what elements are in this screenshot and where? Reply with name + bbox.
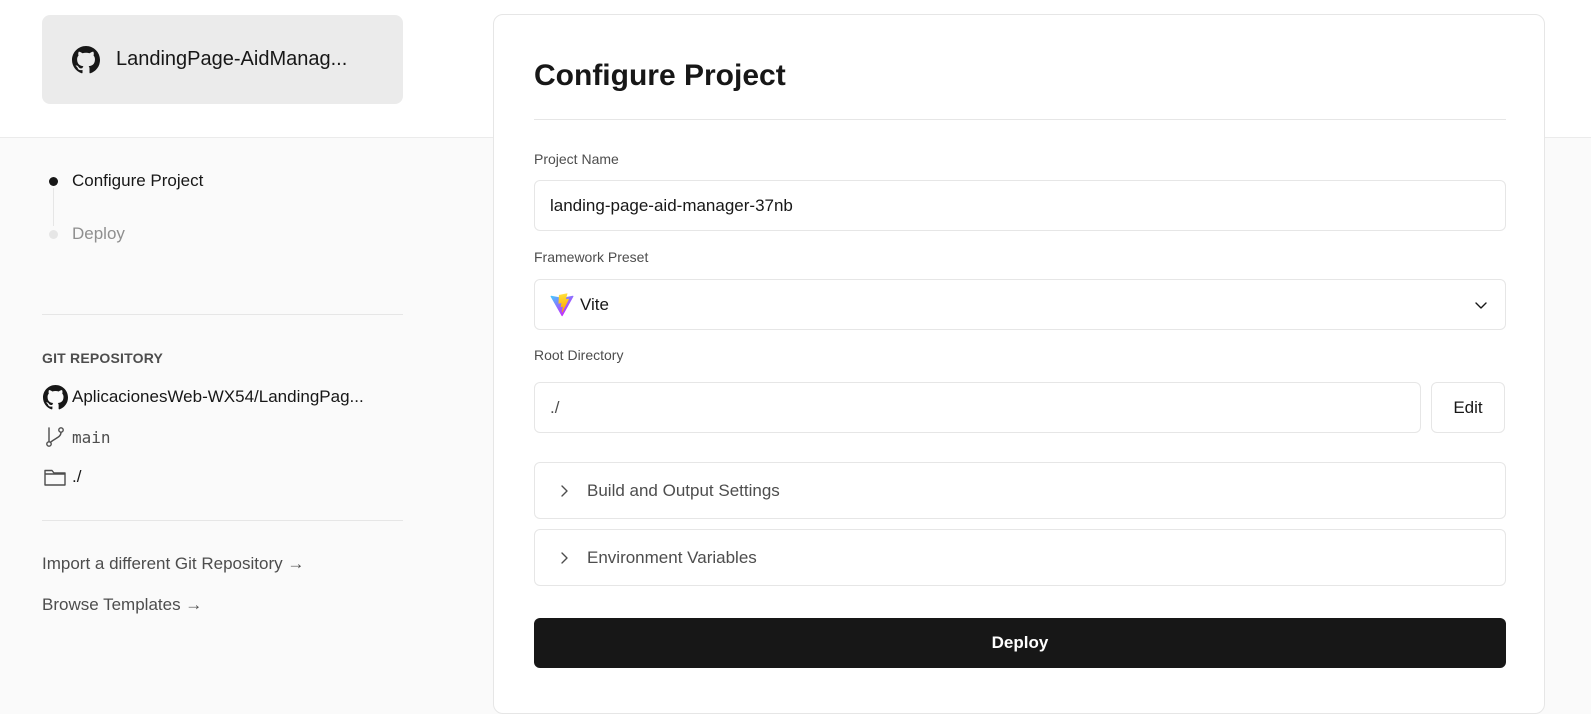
edit-root-directory-button[interactable]: Edit (1431, 382, 1505, 433)
folder-icon (42, 464, 68, 490)
vite-logo-icon (550, 292, 574, 316)
build-output-settings-accordion[interactable]: Build and Output Settings (534, 462, 1506, 519)
git-repository-row[interactable]: AplicacionesWeb-WX54/LandingPag... (42, 384, 364, 410)
configure-project-panel: Configure Project Project Name landing-p… (493, 14, 1545, 714)
framework-preset-label: Framework Preset (534, 249, 649, 265)
environment-variables-accordion[interactable]: Environment Variables (534, 529, 1506, 586)
github-icon (72, 45, 100, 73)
steps-connector (53, 188, 54, 226)
step-inactive-dot (49, 229, 58, 239)
chevron-down-icon (1475, 302, 1487, 309)
git-branch-icon (42, 424, 68, 450)
project-name-label: Project Name (534, 151, 619, 167)
framework-preset-select[interactable]: Vite (534, 279, 1506, 330)
import-git-repository-link[interactable]: Import a different Git Repository → (42, 554, 304, 574)
step-label: Configure Project (72, 171, 204, 190)
root-directory-label: Root Directory (534, 347, 624, 363)
deploy-button[interactable]: Deploy (534, 618, 1506, 668)
github-icon (42, 384, 68, 410)
framework-preset-value: Vite (580, 294, 609, 314)
git-branch-name: main (72, 427, 111, 447)
project-name-input[interactable]: landing-page-aid-manager-37nb (534, 180, 1506, 231)
step-active-dot (49, 176, 58, 186)
root-directory-input[interactable]: ./ (534, 382, 1421, 433)
title-divider (534, 119, 1506, 120)
repo-card-name: LandingPage-AidManag... (116, 48, 348, 70)
git-directory-path: ./ (72, 467, 82, 486)
step-configure-project: Configure Project (42, 169, 203, 193)
sidebar-divider (42, 314, 403, 315)
root-directory-value: ./ (550, 397, 560, 417)
page-title: Configure Project (534, 59, 786, 92)
browse-templates-link[interactable]: Browse Templates → (42, 595, 202, 615)
step-deploy: Deploy (42, 222, 125, 246)
chevron-right-icon (561, 551, 568, 564)
chevron-right-icon (561, 484, 568, 497)
project-name-value: landing-page-aid-manager-37nb (550, 195, 793, 215)
sidebar-divider (42, 520, 403, 521)
git-repository-name: AplicacionesWeb-WX54/LandingPag... (72, 387, 364, 406)
build-output-settings-label: Build and Output Settings (587, 480, 780, 500)
git-directory-row: ./ (42, 464, 81, 490)
git-branch-row: main (42, 424, 111, 450)
environment-variables-label: Environment Variables (587, 547, 757, 567)
step-label: Deploy (72, 224, 125, 243)
repo-card: LandingPage-AidManag... (42, 15, 403, 104)
git-repository-heading: GIT REPOSITORY (42, 350, 164, 366)
